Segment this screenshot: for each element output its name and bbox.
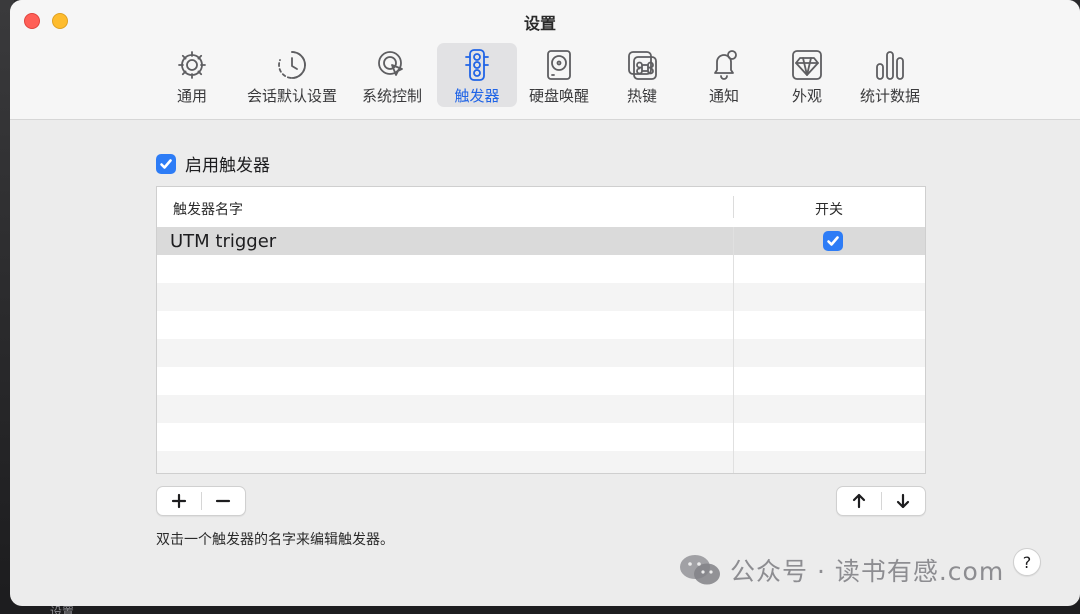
traffic-light-icon: [459, 47, 495, 83]
tab-notifications[interactable]: 通知: [698, 43, 750, 107]
table-header: 触发器名字 开关: [157, 187, 925, 227]
cursor-target-icon: [374, 47, 410, 83]
trigger-toggle-checkbox[interactable]: [823, 231, 843, 251]
enable-triggers-row[interactable]: 启用触发器: [156, 151, 270, 176]
tab-label: 热键: [626, 87, 657, 105]
bar-chart-icon: [872, 47, 908, 83]
empty-row: [157, 451, 925, 473]
checkmark-icon: [827, 236, 839, 246]
bell-icon: [706, 47, 742, 83]
reorder-control: [836, 486, 926, 516]
remove-trigger-button[interactable]: [202, 487, 246, 515]
edit-hint-text: 双击一个触发器的名字来编辑触发器。: [156, 532, 394, 548]
arrow-down-icon: [897, 493, 910, 509]
trigger-name-cell[interactable]: UTM trigger: [170, 231, 276, 252]
watermark: 公众号 · 读书有感.com: [678, 552, 1004, 588]
tab-label: 通用: [176, 87, 207, 105]
move-up-button[interactable]: [837, 487, 881, 515]
tab-label: 统计数据: [859, 87, 920, 105]
empty-row: [157, 283, 925, 311]
column-header-toggle[interactable]: 开关: [733, 199, 925, 219]
column-header-name[interactable]: 触发器名字: [173, 199, 243, 219]
hard-drive-icon: [541, 47, 577, 83]
arrow-up-icon: [852, 493, 865, 509]
add-remove-control: [156, 486, 246, 516]
command-key-icon: [624, 47, 660, 83]
tab-general[interactable]: 通用: [166, 43, 218, 107]
settings-window: 设置 通用 会话默认设置 系统控制 触发器 硬盘唤醒 热键 通知 外观 统计数据…: [10, 0, 1080, 606]
gem-icon: [789, 47, 825, 83]
tab-session-defaults[interactable]: 会话默认设置: [242, 43, 342, 107]
help-button[interactable]: ?: [1013, 548, 1041, 576]
add-trigger-button[interactable]: [157, 487, 201, 515]
triggers-table: 触发器名字 开关 UTM trigger: [156, 186, 926, 474]
table-row[interactable]: UTM trigger: [157, 227, 925, 255]
wechat-icon: [680, 555, 720, 585]
clock-history-icon: [274, 47, 310, 83]
enable-triggers-label: 启用触发器: [185, 156, 270, 176]
table-body: UTM trigger: [157, 227, 925, 473]
tab-label: 会话默认设置: [246, 87, 337, 105]
tab-hotkeys[interactable]: 热键: [616, 43, 668, 107]
minus-icon: [216, 499, 231, 503]
tab-triggers[interactable]: 触发器: [437, 43, 517, 107]
tab-label: 硬盘唤醒: [528, 87, 589, 105]
window-title: 设置: [523, 14, 556, 33]
empty-row: [157, 255, 925, 283]
empty-row: [157, 395, 925, 423]
empty-row: [157, 367, 925, 395]
empty-row: [157, 423, 925, 451]
plus-icon: [171, 493, 186, 509]
tab-label: 通知: [708, 87, 739, 105]
enable-triggers-checkbox[interactable]: [156, 153, 176, 174]
tab-label: 触发器: [454, 87, 500, 105]
empty-row: [157, 339, 925, 367]
column-divider-line: [733, 227, 734, 473]
tab-statistics[interactable]: 统计数据: [855, 43, 925, 107]
move-down-button[interactable]: [882, 487, 926, 515]
toolbar: 设置 通用 会话默认设置 系统控制 触发器 硬盘唤醒 热键 通知 外观 统计数据: [10, 0, 1080, 120]
gear-icon: [174, 47, 210, 83]
tab-disk-wake[interactable]: 硬盘唤醒: [524, 43, 594, 107]
empty-row: [157, 311, 925, 339]
watermark-text: 公众号 · 读书有感.com: [730, 557, 1005, 586]
tab-system-control[interactable]: 系统控制: [355, 43, 429, 107]
tab-appearance[interactable]: 外观: [781, 43, 833, 107]
tab-label: 系统控制: [361, 87, 422, 105]
tab-label: 外观: [791, 87, 822, 105]
checkmark-icon: [160, 158, 172, 169]
